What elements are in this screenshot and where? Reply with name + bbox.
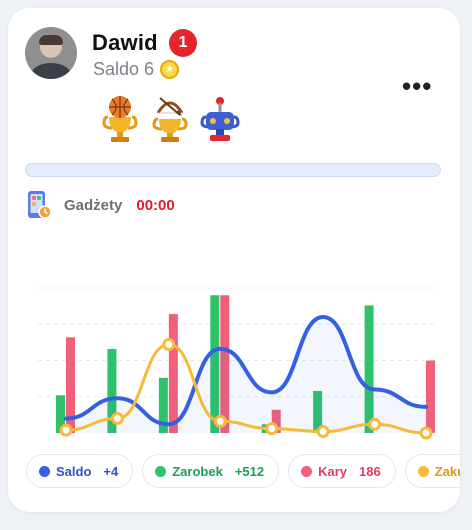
legend-value: +512 xyxy=(234,463,265,479)
point-zakupy xyxy=(316,425,330,439)
user-card[interactable]: Dawid 1 Saldo 6 ★ ••• Gadżety 00:00 Sald… xyxy=(8,8,460,512)
bar-kary xyxy=(168,314,178,433)
activity-chart xyxy=(38,287,438,440)
point-zakupy xyxy=(265,422,279,436)
legend-label: Zakupy xyxy=(434,463,460,479)
gadget-phone-icon xyxy=(28,191,52,219)
point-zakupy xyxy=(368,417,382,431)
legend-item-zakupy[interactable]: Zakupy xyxy=(404,454,460,488)
legend-label: Kary xyxy=(318,463,348,479)
basketball-trophy-icon xyxy=(102,96,138,142)
progress-bar xyxy=(25,163,441,177)
notification-badge[interactable]: 1 xyxy=(169,29,197,57)
legend-item-kary[interactable]: Kary 186 xyxy=(288,454,396,488)
point-zakupy xyxy=(213,414,227,428)
category-time: 00:00 xyxy=(136,196,175,214)
category-row: Gadżety 00:00 xyxy=(26,190,175,220)
balance-label: Saldo 6 xyxy=(93,59,155,79)
category-label: Gadżety xyxy=(64,196,123,214)
gaming-trophy-icon xyxy=(200,97,240,141)
legend-label: Zarobek xyxy=(172,463,223,479)
more-options-icon[interactable]: ••• xyxy=(402,73,432,99)
legend-value: +4 xyxy=(103,463,119,479)
balance: Saldo 6 ★ xyxy=(93,59,180,80)
point-zakupy xyxy=(110,412,124,425)
legend-label: Saldo xyxy=(56,463,92,479)
avatar[interactable] xyxy=(25,27,77,79)
coin-icon: ★ xyxy=(160,60,180,79)
user-name: Dawid xyxy=(92,30,158,55)
point-zakupy xyxy=(419,426,433,440)
trophies xyxy=(100,95,240,143)
legend-item-saldo[interactable]: Saldo +4 xyxy=(26,454,134,488)
legend-dot xyxy=(39,465,50,477)
legend-item-zarobek[interactable]: Zarobek +512 xyxy=(142,454,280,488)
legend-dot xyxy=(417,465,429,477)
legend-dot xyxy=(301,465,313,477)
archery-trophy-icon xyxy=(152,97,188,142)
chart-legend: Saldo +4 Zarobek +512 Kary 186 Zakupy xyxy=(26,454,460,488)
bar-kary xyxy=(426,360,435,433)
legend-value: 186 xyxy=(359,463,381,479)
legend-dot xyxy=(155,465,167,477)
point-zakupy xyxy=(162,338,176,352)
point-zakupy xyxy=(59,423,73,437)
